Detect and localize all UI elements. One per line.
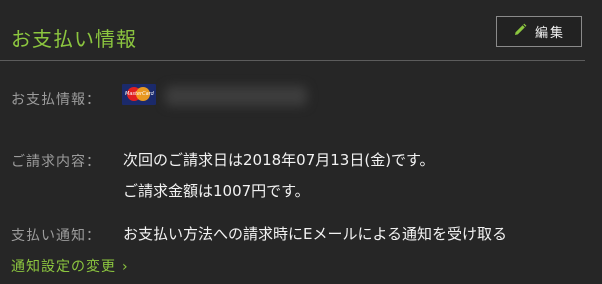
chevron-right-icon: › bbox=[122, 259, 129, 275]
link-label: 通知設定の変更 bbox=[11, 259, 116, 275]
billing-label: ご請求内容： bbox=[11, 154, 101, 170]
card-brand-text: MasterCard bbox=[125, 91, 154, 97]
notification-settings-link[interactable]: 通知設定の変更 › bbox=[11, 256, 129, 276]
pencil-icon bbox=[513, 22, 527, 41]
section-title: お支払い情報 bbox=[11, 27, 137, 51]
masked-card-number bbox=[165, 86, 307, 106]
billing-amount-text: ご請求金額は1007円です。 bbox=[123, 182, 310, 200]
mastercard-icon: MasterCard bbox=[122, 84, 156, 105]
edit-button-label: 編集 bbox=[534, 26, 565, 41]
notification-value: お支払い方法への請求時にEメールによる通知を受け取る bbox=[123, 225, 508, 243]
billing-date-text: 次回のご請求日は2018年07月13日(金)です。 bbox=[123, 151, 435, 169]
notification-label: 支払い通知： bbox=[11, 228, 101, 244]
payment-info-panel: お支払い情報 編集 お支払情報： MasterCard ご請求内容： 次回のご請… bbox=[0, 0, 602, 284]
divider bbox=[0, 60, 585, 61]
edit-button[interactable]: 編集 bbox=[496, 16, 582, 47]
payment-info-label: お支払情報： bbox=[11, 92, 101, 108]
